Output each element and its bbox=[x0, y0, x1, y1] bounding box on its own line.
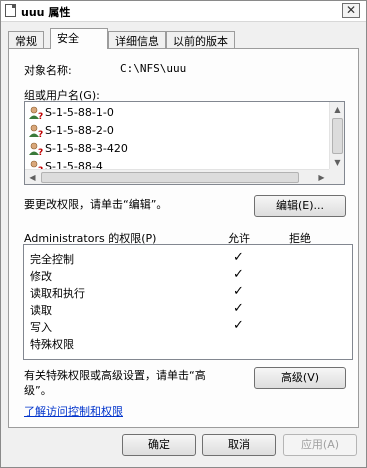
ok-button[interactable]: 确定 bbox=[122, 434, 196, 456]
title-bar[interactable]: uuu 属性 ✕ bbox=[1, 1, 366, 22]
properties-dialog: uuu 属性 ✕ 常规 安全 详细信息 以前的版本 对象名称: C:\NFS\u… bbox=[0, 0, 367, 468]
change-permissions-hint: 要更改权限，请单击“编辑”。 bbox=[24, 198, 168, 211]
table-row: 修改 ✓ bbox=[30, 267, 330, 285]
vertical-scroll-thumb[interactable] bbox=[332, 118, 343, 154]
svg-text:?: ? bbox=[38, 130, 43, 138]
allow-check-icon: ✓ bbox=[233, 267, 244, 282]
permission-name: 修改 bbox=[30, 270, 52, 283]
table-row: 读取 ✓ bbox=[30, 301, 330, 319]
vertical-scrollbar[interactable]: ▲ ▼ bbox=[329, 102, 344, 170]
principal-name: S-1-5-88-2-0 bbox=[45, 124, 114, 137]
user-question-icon: ? bbox=[29, 142, 43, 156]
permissions-list: 完全控制 ✓ 修改 ✓ 读取和执行 ✓ 读取 ✓ 写入 ✓ 特殊权限 bbox=[23, 244, 353, 360]
table-row: 完全控制 ✓ bbox=[30, 250, 330, 268]
advanced-button[interactable]: 高级(V) bbox=[254, 367, 346, 389]
principal-name: S-1-5-88-1-0 bbox=[45, 106, 114, 119]
horizontal-scroll-thumb[interactable] bbox=[41, 172, 299, 183]
advanced-hint-line2: 级”。 bbox=[24, 384, 52, 397]
principal-name: S-1-5-88-3-420 bbox=[45, 142, 128, 155]
allow-check-icon: ✓ bbox=[233, 250, 244, 265]
permission-name: 特殊权限 bbox=[30, 338, 74, 351]
apply-button[interactable]: 应用(A) bbox=[283, 434, 357, 456]
user-question-icon: ? bbox=[29, 106, 43, 120]
permission-name: 读取和执行 bbox=[30, 287, 85, 300]
advanced-hint-line1: 有关特殊权限或高级设置，请单击“高 bbox=[24, 369, 206, 382]
tab-details[interactable]: 详细信息 bbox=[108, 31, 166, 48]
tab-security[interactable]: 安全 bbox=[50, 28, 108, 49]
security-panel: 对象名称: C:\NFS\uuu 组或用户名(G): ? S-1-5-88-1-… bbox=[8, 48, 359, 428]
tab-general[interactable]: 常规 bbox=[8, 31, 44, 48]
table-row: 写入 ✓ bbox=[30, 318, 330, 336]
principal-list[interactable]: ? S-1-5-88-1-0 ? S-1-5-88-2-0 ? S-1-5-88… bbox=[24, 101, 345, 185]
table-row: 读取和执行 ✓ bbox=[30, 284, 330, 302]
object-name-value: C:\NFS\uuu bbox=[120, 62, 187, 75]
horizontal-scrollbar[interactable]: ◀ ▶ bbox=[25, 169, 344, 184]
svg-text:?: ? bbox=[38, 148, 43, 156]
allow-check-icon: ✓ bbox=[233, 284, 244, 299]
tab-previous-versions[interactable]: 以前的版本 bbox=[166, 31, 235, 48]
table-row: 特殊权限 bbox=[30, 336, 330, 353]
edit-button[interactable]: 编辑(E)... bbox=[254, 195, 346, 217]
permission-name: 写入 bbox=[30, 321, 52, 334]
svg-text:?: ? bbox=[38, 112, 43, 120]
scrollbar-corner bbox=[329, 169, 344, 184]
folder-document-icon bbox=[5, 4, 16, 17]
scroll-up-icon[interactable]: ▲ bbox=[330, 102, 345, 117]
learn-access-control-link[interactable]: 了解访问控制和权限 bbox=[24, 403, 123, 419]
user-question-icon: ? bbox=[29, 124, 43, 138]
object-name-label: 对象名称: bbox=[24, 64, 72, 77]
scroll-right-icon[interactable]: ▶ bbox=[314, 170, 329, 185]
scroll-left-icon[interactable]: ◀ bbox=[25, 170, 40, 185]
window-title: uuu 属性 bbox=[21, 6, 71, 19]
allow-check-icon: ✓ bbox=[233, 318, 244, 333]
scroll-down-icon[interactable]: ▼ bbox=[330, 155, 345, 170]
permission-name: 读取 bbox=[30, 304, 52, 317]
cancel-button[interactable]: 取消 bbox=[202, 434, 276, 456]
close-button[interactable]: ✕ bbox=[342, 3, 360, 18]
permission-name: 完全控制 bbox=[30, 253, 74, 266]
allow-check-icon: ✓ bbox=[233, 301, 244, 316]
